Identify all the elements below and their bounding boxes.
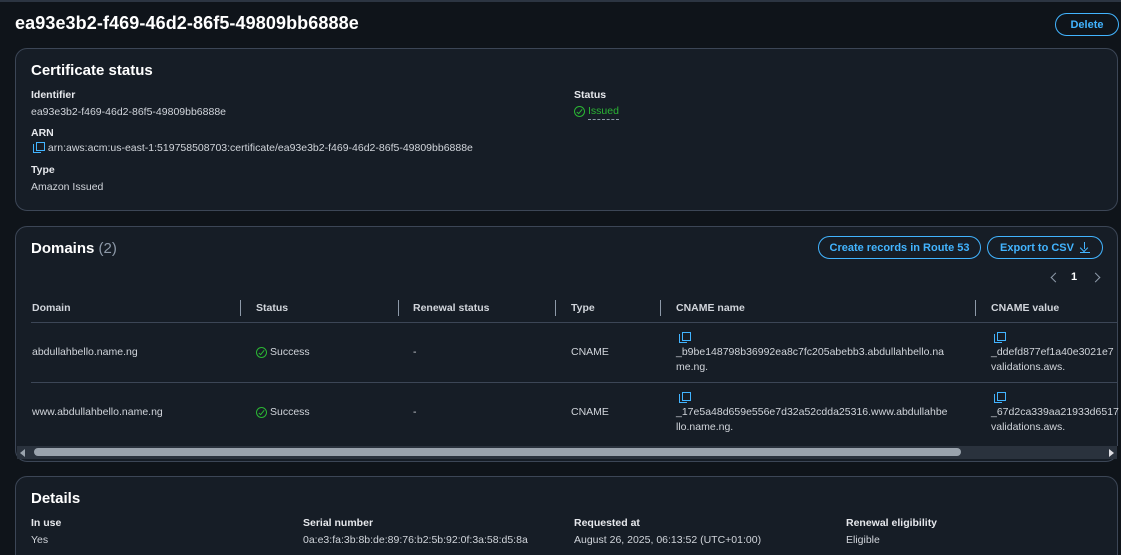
cname-name-line: _17e5a48d659e556e7d32a52cdda25316.www.ab… [676,406,948,418]
cell-status: Success [256,345,310,360]
delete-button[interactable]: Delete [1055,13,1119,36]
scrollbar-thumb[interactable] [34,448,961,456]
column-header-renewal-status[interactable]: Renewal status [413,302,489,314]
cname-value-line: _67d2ca339aa21933d6517 [991,406,1119,418]
cname-value-line: validations.aws. [991,361,1066,373]
cell-cname-name: _17e5a48d659e556e7d32a52cdda25316.www.ab… [676,405,948,435]
cname-name-line: me.ng. [676,361,709,373]
check-circle-icon [256,346,267,358]
domains-panel [15,226,1118,462]
cname-name-line: llo.name.ng. [676,421,734,433]
certificate-status-heading: Certificate status [31,62,153,79]
requested-at-value: August 26, 2025, 06:13:52 (UTC+01:00) [574,534,762,546]
column-header-status[interactable]: Status [256,302,288,314]
domains-heading-text: Domains [31,240,95,257]
column-resize-handle[interactable] [240,300,241,316]
cname-name-line: _b9be148798b36992ea8c7fc205abebb3.abdull… [676,346,945,358]
table-header-divider [31,322,1118,323]
renewal-eligibility-label: Renewal eligibility [846,517,938,529]
download-icon [1079,242,1090,253]
cell-renewal-status: - [413,406,417,418]
page-number[interactable]: 1 [1071,271,1077,283]
scroll-left-arrow-icon[interactable] [20,449,25,457]
column-header-type[interactable]: Type [571,302,595,314]
domains-heading: Domains (2) [31,240,117,257]
cell-domain: www.abdullahbello.name.ng [32,406,163,418]
column-resize-handle[interactable] [398,300,399,316]
column-header-cname-name[interactable]: CNAME name [676,302,745,314]
cell-type: CNAME [571,406,609,418]
check-circle-icon [256,406,267,418]
copy-icon[interactable] [994,332,1006,344]
details-panel [15,476,1118,555]
cell-renewal-status: - [413,346,417,358]
type-value: Amazon Issued [31,181,104,193]
renewal-eligibility-value: Eligible [846,534,880,546]
status-text: Success [270,346,310,358]
serial-number-label: Serial number [303,517,374,529]
identifier-label: Identifier [31,89,76,101]
cname-value-line: _ddefd877ef1a40e3021e7 [991,346,1114,358]
cell-cname-value: _67d2ca339aa21933d6517 validations.aws. [991,405,1119,435]
cell-cname-value: _ddefd877ef1a40e3021e7 validations.aws. [991,345,1114,375]
arn-label: ARN [31,127,54,139]
scrollbar-edge-mask [1117,446,1121,459]
status-label: Status [574,89,607,101]
status-text: Issued [588,105,619,120]
requested-at-label: Requested at [574,517,640,529]
copy-icon[interactable] [679,392,691,404]
cell-cname-name: _b9be148798b36992ea8c7fc205abebb3.abdull… [676,345,944,375]
status-text: Success [270,406,310,418]
arn-text: arn:aws:acm:us-east-1:519758508703:certi… [47,142,473,154]
column-resize-handle[interactable] [555,300,556,316]
column-header-cname-value[interactable]: CNAME value [991,302,1059,314]
top-divider [0,0,1121,2]
cname-value-line: validations.aws. [991,421,1066,433]
column-resize-handle[interactable] [660,300,661,316]
scroll-right-arrow-icon[interactable] [1109,449,1114,457]
serial-number-value: 0a:e3:fa:3b:8b:de:89:76:b2:5b:92:0f:3a:5… [303,534,528,546]
in-use-value: Yes [31,534,49,546]
cell-domain: abdullahbello.name.ng [32,346,138,358]
cell-status: Success [256,405,310,420]
horizontal-scrollbar[interactable] [17,446,1117,459]
column-resize-handle[interactable] [975,300,976,316]
page-title: ea93e3b2-f469-46d2-86f5-49809bb6888e [15,13,359,33]
identifier-value: ea93e3b2-f469-46d2-86f5-49809bb6888e [31,106,227,118]
column-header-domain[interactable]: Domain [32,302,71,314]
certificate-status-panel [15,48,1118,211]
cell-type: CNAME [571,346,609,358]
details-heading: Details [31,490,81,507]
type-label: Type [31,164,55,176]
in-use-label: In use [31,517,62,529]
status-value[interactable]: Issued [574,105,619,120]
copy-icon[interactable] [679,332,691,344]
arn-value: arn:aws:acm:us-east-1:519758508703:certi… [33,142,473,154]
copy-icon[interactable] [994,392,1006,404]
check-circle-icon [574,105,585,117]
copy-icon[interactable] [33,142,45,154]
export-csv-button[interactable]: Export to CSV [987,236,1103,259]
domains-count: (2) [98,240,117,257]
row-divider [31,382,1118,383]
create-records-button[interactable]: Create records in Route 53 [818,236,981,259]
export-csv-label: Export to CSV [1000,241,1074,254]
